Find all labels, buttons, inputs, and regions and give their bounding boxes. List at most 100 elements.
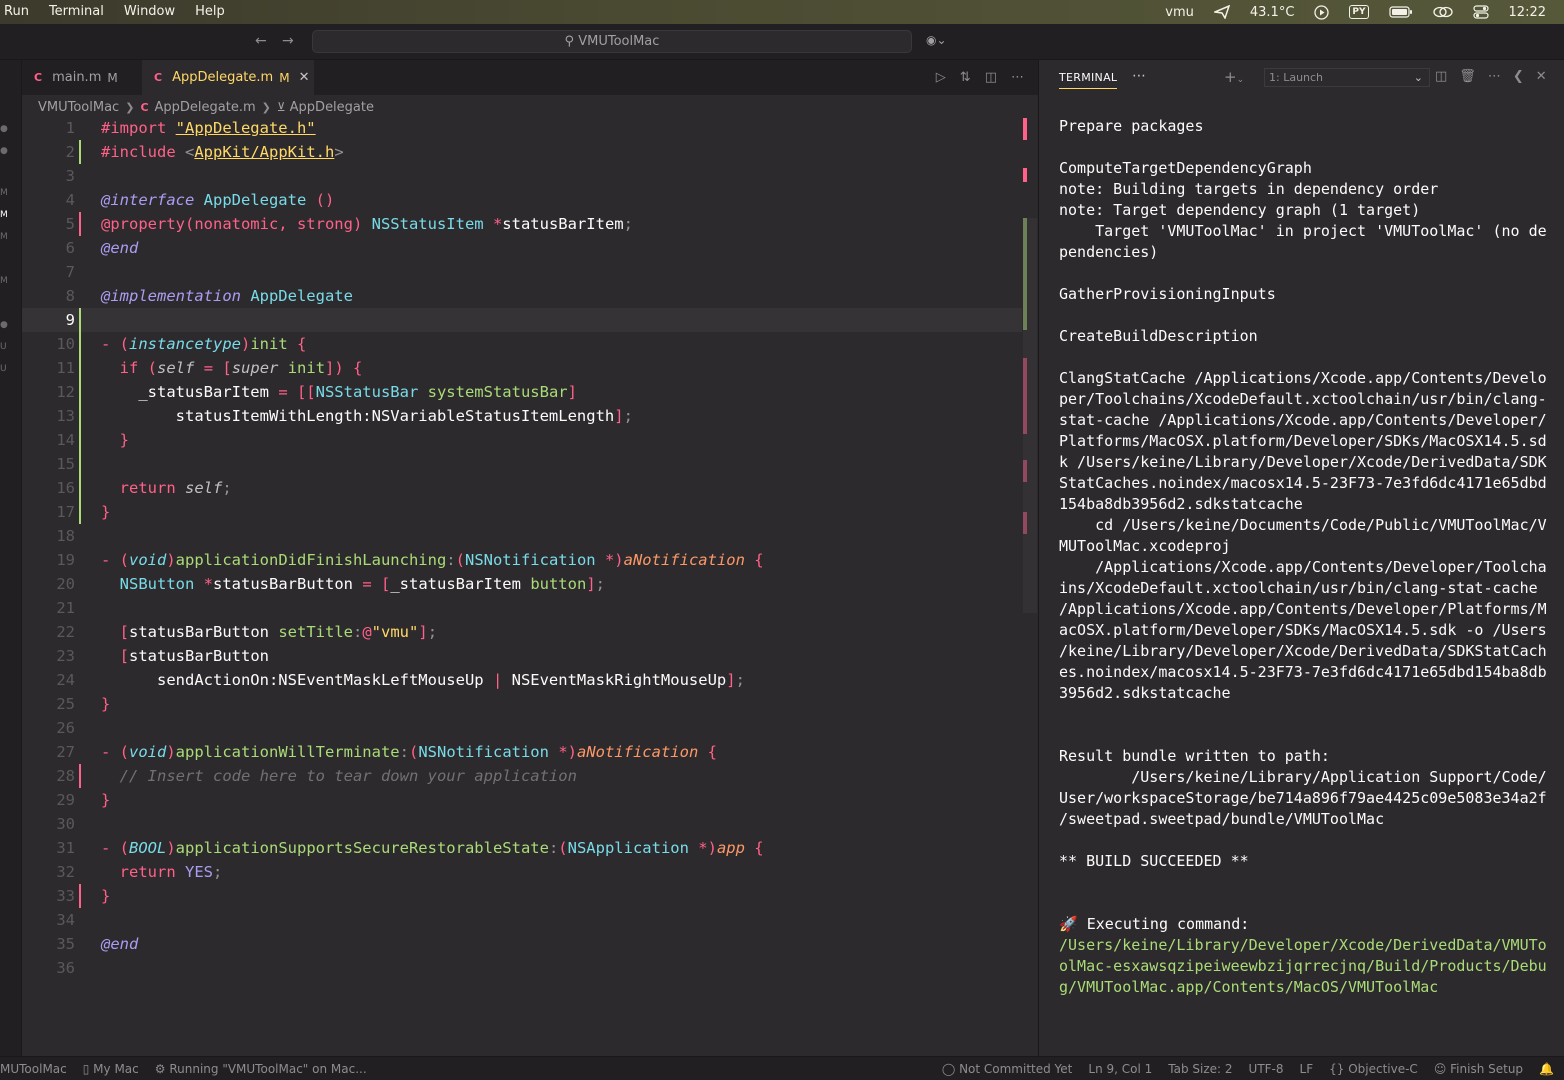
trash-icon[interactable]: 🗑 xyxy=(1459,69,1476,84)
more-actions-icon[interactable]: ⋯ xyxy=(1011,70,1024,85)
tab-main-m[interactable]: C main.m M xyxy=(22,60,138,95)
code-line[interactable]: 28 // Insert code here to tear down your… xyxy=(22,764,1022,788)
chevron-left-icon[interactable]: ❮ xyxy=(1513,69,1524,84)
terminal-output[interactable]: Prepare packages ComputeTargetDependencyG… xyxy=(1059,116,1549,998)
breadcrumb-symbol[interactable]: AppDelegate xyxy=(290,100,374,115)
code-line[interactable]: 11 if (self = [super init]) { xyxy=(22,356,1022,380)
code-line[interactable]: 25} xyxy=(22,692,1022,716)
menu-help[interactable]: Help xyxy=(185,0,235,24)
code-line[interactable]: 29} xyxy=(22,788,1022,812)
terminal-line[interactable]: olMac-esxawsqzipeiweewbzijqrrecjnq/Build… xyxy=(1059,956,1549,977)
code-line[interactable]: 6 @end xyxy=(22,236,1022,260)
code-line[interactable]: 30 xyxy=(22,812,1022,836)
change-marker xyxy=(1023,168,1027,182)
forward-arrow-icon[interactable]: → xyxy=(282,33,294,49)
code-line[interactable]: 8 @implementation AppDelegate xyxy=(22,284,1022,308)
play-circle-icon[interactable] xyxy=(1314,4,1330,20)
code-line[interactable]: 9 xyxy=(22,308,1022,332)
close-icon[interactable]: ✕ xyxy=(1536,69,1547,84)
split-terminal-icon[interactable]: ◫ xyxy=(1435,69,1447,84)
status-finish-setup[interactable]: ☺ Finish Setup xyxy=(1434,1062,1523,1076)
terminal-line[interactable]: g/VMUToolMac.app/Contents/MacOS/VMUToolM… xyxy=(1059,977,1549,998)
status-git-blame[interactable]: ◯ Not Committed Yet xyxy=(942,1062,1073,1076)
code-token: aNotification xyxy=(623,551,755,569)
breadcrumb-file[interactable]: AppDelegate.m xyxy=(155,100,256,115)
tab-terminal[interactable]: TERMINAL xyxy=(1059,71,1118,89)
diff-indicator xyxy=(79,356,81,380)
code-line[interactable]: 1 #import "AppDelegate.h" xyxy=(22,116,1022,140)
status-project[interactable]: MUToolMac xyxy=(0,1062,67,1076)
code-line[interactable]: 27 - (void)applicationWillTerminate:(NSNo… xyxy=(22,740,1022,764)
link-icon[interactable] xyxy=(1432,5,1453,19)
temperature-readout[interactable]: 43.1°C xyxy=(1250,5,1295,20)
command-center-search[interactable]: ⚲ VMUToolMac xyxy=(312,30,912,53)
code-line[interactable]: 10 - (instancetype)init { xyxy=(22,332,1022,356)
code-line[interactable]: 3 xyxy=(22,164,1022,188)
code-token: return xyxy=(119,863,185,881)
status-encoding[interactable]: UTF-8 xyxy=(1249,1062,1284,1076)
menubar-clock[interactable]: 12:22 xyxy=(1509,5,1546,20)
code-line[interactable]: 5 @property(nonatomic, strong) NSStatusIt… xyxy=(22,212,1022,236)
python-badge-icon[interactable]: PY xyxy=(1349,5,1369,19)
code-token: *) xyxy=(604,551,624,569)
code-line[interactable]: 4 @interface AppDelegate () xyxy=(22,188,1022,212)
split-editor-icon[interactable]: ◫ xyxy=(985,70,997,85)
code-line[interactable]: 23 [statusBarButton xyxy=(22,644,1022,668)
code-token: sendActionOn:NSEventMaskLeftMouseUp xyxy=(101,671,493,689)
vmu-status-item[interactable]: vmu xyxy=(1165,5,1194,20)
status-cursor-position[interactable]: Ln 9, Col 1 xyxy=(1088,1062,1152,1076)
code-line[interactable]: 20 NSButton *statusBarButton = [_statusB… xyxy=(22,572,1022,596)
code-line[interactable]: 26 xyxy=(22,716,1022,740)
bell-icon[interactable]: 🔔 xyxy=(1539,1062,1554,1076)
code-line[interactable]: 17} xyxy=(22,500,1022,524)
code-line[interactable]: 32 return YES; xyxy=(22,860,1022,884)
code-line[interactable]: 7 xyxy=(22,260,1022,284)
copilot-icon[interactable]: ◉⌄ xyxy=(926,33,947,47)
status-eol[interactable]: LF xyxy=(1300,1062,1314,1076)
menu-window[interactable]: Window xyxy=(114,0,185,24)
code-line[interactable]: 35 @end xyxy=(22,932,1022,956)
compare-changes-icon[interactable]: ⇅ xyxy=(960,70,971,85)
code-line[interactable]: 16 return self; xyxy=(22,476,1022,500)
code-token: @implementation xyxy=(101,287,251,305)
diff-indicator xyxy=(79,500,81,524)
terminal-line[interactable]: /Users/keine/Library/Developer/Xcode/Der… xyxy=(1059,935,1549,956)
add-terminal-icon[interactable]: +⌄ xyxy=(1224,68,1244,86)
terminal-line: cd /Users/keine/Documents/Code/Public/VM… xyxy=(1059,516,1547,534)
status-running[interactable]: ⚙ Running "VMUToolMac" on Mac... xyxy=(155,1062,367,1076)
menu-run[interactable]: Run xyxy=(0,0,39,24)
code-line[interactable]: 22 [statusBarButton setTitle:@"vmu"]; xyxy=(22,620,1022,644)
code-line[interactable]: 19 - (void)applicationDidFinishLaunching:… xyxy=(22,548,1022,572)
battery-icon[interactable] xyxy=(1388,6,1413,18)
run-icon[interactable]: ▷ xyxy=(936,70,946,85)
code-line[interactable]: 14 } xyxy=(22,428,1022,452)
code-line[interactable]: 34 xyxy=(22,908,1022,932)
tab-appdelegate-m[interactable]: C AppDelegate.m M ✕ xyxy=(142,60,314,95)
code-line[interactable]: 13 statusItemWithLength:NSVariableStatus… xyxy=(22,404,1022,428)
editor-scrollbar[interactable] xyxy=(1023,218,1037,613)
more-icon[interactable]: ⋯ xyxy=(1132,68,1146,84)
close-icon[interactable]: ✕ xyxy=(299,70,310,85)
status-destination[interactable]: ▯ My Mac xyxy=(83,1062,139,1076)
control-center-icon[interactable] xyxy=(1472,5,1489,19)
code-line[interactable]: 15 xyxy=(22,452,1022,476)
code-line[interactable]: 36 xyxy=(22,956,1022,980)
code-line[interactable]: 2 #include <AppKit/AppKit.h> xyxy=(22,140,1022,164)
code-line[interactable]: 21 xyxy=(22,596,1022,620)
code-line[interactable]: 24 sendActionOn:NSEventMaskLeftMouseUp |… xyxy=(22,668,1022,692)
code-line[interactable]: 18 xyxy=(22,524,1022,548)
breadcrumb-folder[interactable]: VMUToolMac xyxy=(38,100,119,115)
more-icon[interactable]: ⋯ xyxy=(1488,69,1501,84)
code-line[interactable]: 33} xyxy=(22,884,1022,908)
back-arrow-icon[interactable]: ← xyxy=(255,33,267,49)
code-text: NSButton *statusBarButton = [_statusBarI… xyxy=(101,572,605,596)
code-token: systemStatusBar xyxy=(427,383,568,401)
terminal-selector[interactable]: 1: Launch ⌄ xyxy=(1264,68,1430,87)
code-line[interactable]: 31 - (BOOL)applicationSupportsSecureResto… xyxy=(22,836,1022,860)
terminal-line: GatherProvisioningInputs xyxy=(1059,285,1276,303)
send-icon[interactable] xyxy=(1213,5,1230,19)
status-language[interactable]: {} Objective-C xyxy=(1329,1062,1418,1076)
status-tab-size[interactable]: Tab Size: 2 xyxy=(1168,1062,1232,1076)
code-line[interactable]: 12 _statusBarItem = [[NSStatusBar system… xyxy=(22,380,1022,404)
menu-terminal[interactable]: Terminal xyxy=(39,0,114,24)
